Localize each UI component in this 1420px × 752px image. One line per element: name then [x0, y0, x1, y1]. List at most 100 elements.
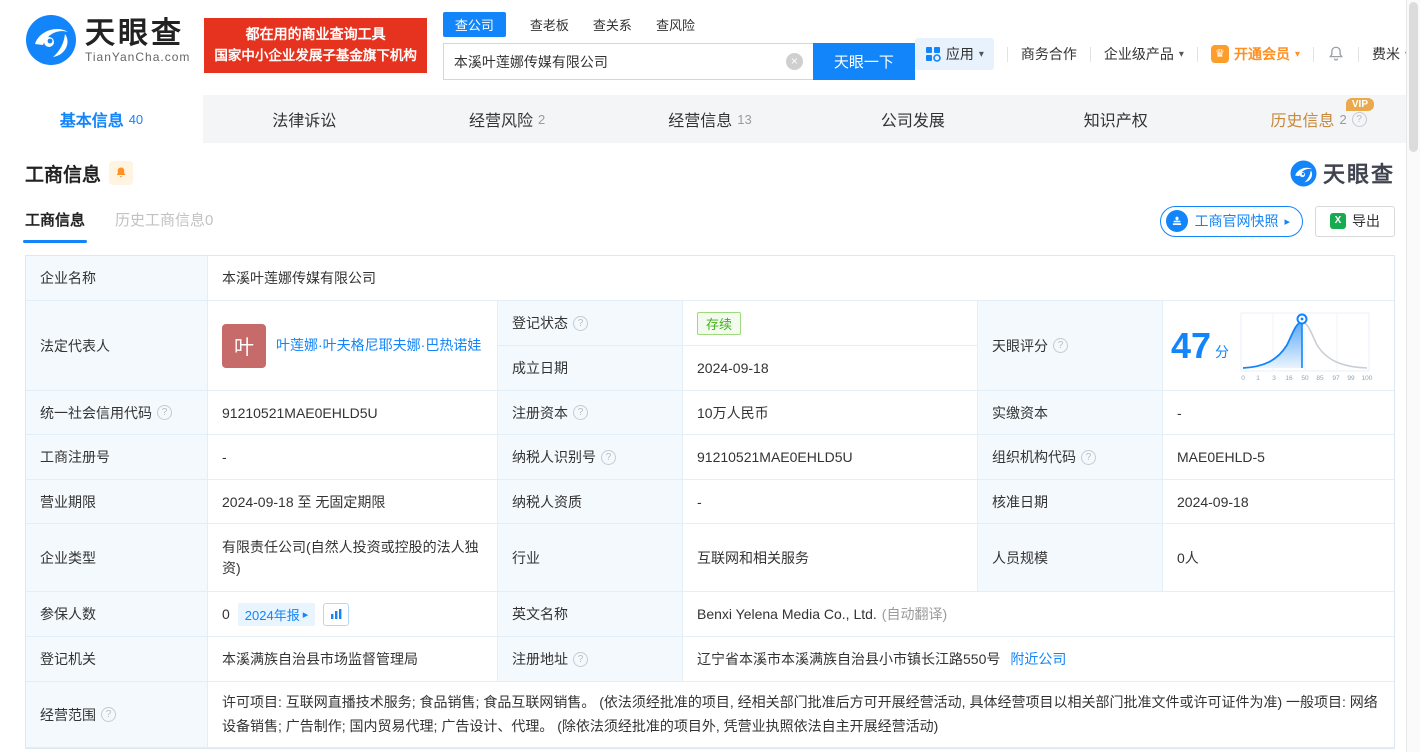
staff-size-label: 人员规模	[978, 524, 1163, 592]
help-icon[interactable]: ?	[157, 405, 172, 420]
user-menu[interactable]: 费米 ▾	[1372, 44, 1410, 64]
tab-operation-info[interactable]: 经营信息 13	[609, 95, 812, 143]
help-icon[interactable]: ?	[1053, 338, 1068, 353]
reg-status-label: 登记状态	[512, 315, 568, 331]
subtab-history-business-info[interactable]: 历史工商信息0	[115, 209, 213, 243]
search-tab-risk[interactable]: 查风险	[656, 12, 695, 37]
bar-chart-icon	[330, 609, 342, 619]
svg-text:97: 97	[1332, 375, 1340, 382]
subtab-business-info[interactable]: 工商信息	[25, 209, 85, 243]
table-row: 营业期限 2024-09-18 至 无固定期限 纳税人资质 - 核准日期 202…	[26, 480, 1394, 524]
enterprise-products-menu[interactable]: 企业级产品 ▾	[1104, 44, 1184, 64]
help-icon[interactable]: ?	[1351, 111, 1367, 127]
subscribe-bell-button[interactable]	[109, 161, 134, 185]
help-icon[interactable]: ?	[101, 707, 116, 722]
reg-authority-label: 登记机关	[26, 637, 208, 682]
reg-number-label: 工商注册号	[26, 435, 208, 480]
apps-menu[interactable]: 应用 ▾	[914, 38, 994, 70]
svg-text:3: 3	[1272, 375, 1276, 382]
business-scope-label: 经营范围	[40, 706, 96, 723]
paid-capital-label: 实缴资本	[978, 391, 1163, 435]
tab-company-development[interactable]: 公司发展	[811, 95, 1014, 143]
svg-text:1: 1	[1256, 375, 1260, 382]
official-snapshot-button[interactable]: 工商官网快照 ▸	[1160, 205, 1303, 237]
legal-rep-link[interactable]: 叶莲娜·叶夫格尼耶夫娜·巴热诺娃	[276, 335, 483, 356]
help-icon[interactable]: ?	[601, 449, 616, 465]
bell-icon	[116, 167, 126, 178]
promo-line2: 国家中小企业发展子基金旗下机构	[214, 47, 417, 63]
promo-line1: 都在用的商业查询工具	[245, 26, 386, 42]
open-vip-menu[interactable]: ♛ 开通会员 ▾	[1210, 44, 1300, 64]
help-icon[interactable]: ?	[573, 405, 588, 420]
reg-address-value: 辽宁省本溪市本溪满族自治县小市镇长江路550号	[697, 651, 1001, 667]
industry-value: 互联网和相关服务	[683, 524, 978, 592]
approval-date-value: 2024-09-18	[1163, 480, 1394, 524]
help-icon[interactable]: ?	[1081, 449, 1096, 465]
table-row: 参保人数 0 2024年报 ▸ 英文名称 Benxi Yelena Media	[26, 592, 1394, 637]
establish-date-value: 2024-09-18	[683, 346, 978, 391]
company-name-value: 本溪叶莲娜传媒有限公司	[208, 256, 1394, 301]
stamp-icon	[1166, 210, 1189, 232]
approval-date-label: 核准日期	[978, 480, 1163, 524]
excel-icon: X	[1330, 213, 1346, 229]
page-scrollbar[interactable]	[1406, 0, 1420, 752]
watermark-logo: 天眼查	[1290, 157, 1395, 189]
export-button[interactable]: X 导出	[1315, 205, 1395, 237]
reg-number-value: -	[208, 435, 498, 480]
crown-icon: ♛	[1210, 45, 1229, 63]
nearby-companies-link[interactable]: 附近公司	[1010, 649, 1066, 669]
annual-report-badge[interactable]: 2024年报 ▸	[237, 602, 316, 626]
english-name-label: 英文名称	[498, 592, 683, 637]
table-row: 法定代表人 叶 叶莲娜·叶夫格尼耶夫娜·巴热诺娃 登记状态 ? 存续 成立日期	[26, 301, 1394, 391]
business-term-value: 2024-09-18 至 无固定期限	[208, 480, 498, 524]
apps-grid-icon	[925, 47, 941, 62]
brand-name: 天眼查	[85, 16, 184, 50]
promo-banner: 都在用的商业查询工具 国家中小企业发展子基金旗下机构	[204, 18, 427, 73]
tab-history-info[interactable]: VIP 历史信息 2 ?	[1217, 95, 1420, 143]
company-type-label: 企业类型	[26, 524, 208, 592]
svg-text:0: 0	[1241, 375, 1245, 382]
svg-text:85: 85	[1316, 375, 1324, 382]
tab-operation-risk[interactable]: 经营风险 2	[406, 95, 609, 143]
notifications-button[interactable]	[1327, 45, 1345, 63]
scrollbar-thumb[interactable]	[1409, 2, 1418, 152]
svg-text:100: 100	[1362, 375, 1373, 382]
credit-code-label: 统一社会信用代码	[40, 404, 152, 421]
business-scope-value: 许可项目: 互联网直播技术服务; 食品销售; 食品互联网销售。 (依法须经批准的…	[222, 694, 1378, 734]
org-code-value: MAE0EHLD-5	[1163, 435, 1394, 480]
score-distribution-chart: 0 1 3 16 50 85 97 99 100	[1240, 312, 1373, 382]
tab-intellectual-property[interactable]: 知识产权	[1014, 95, 1217, 143]
search-tabs: 查公司 查老板 查关系 查风险	[442, 12, 915, 37]
tianyancha-logo[interactable]: 天眼查 TianYanCha.com	[25, 14, 190, 66]
industry-label: 行业	[498, 524, 683, 592]
caret-down-icon: ▾	[1178, 48, 1184, 60]
help-icon[interactable]: ?	[573, 651, 588, 667]
search-input[interactable]	[442, 43, 813, 80]
search-tab-company[interactable]: 查公司	[442, 12, 506, 37]
tab-legal-litigation[interactable]: 法律诉讼	[203, 95, 406, 143]
business-info-table: 企业名称 本溪叶莲娜传媒有限公司 法定代表人 叶 叶莲娜·叶夫格尼耶夫娜·巴热诺…	[25, 255, 1395, 749]
legal-rep-avatar[interactable]: 叶	[222, 323, 266, 368]
org-code-label: 组织机构代码	[992, 449, 1076, 465]
svg-text:99: 99	[1347, 375, 1355, 382]
company-type-value: 有限责任公司(自然人投资或控股的法人独资)	[222, 538, 479, 576]
score-label: 天眼评分	[992, 337, 1048, 354]
taxpayer-quality-label: 纳税人资质	[498, 480, 683, 524]
search-area: 查公司 查老板 查关系 查风险 × 天眼一下	[442, 12, 915, 80]
table-row: 工商注册号 - 纳税人识别号 ? 91210521MAE0EHLD5U 组织机构…	[26, 435, 1394, 480]
taxpayer-id-value: 91210521MAE0EHLD5U	[683, 435, 978, 480]
tab-basic-info[interactable]: 基本信息 40	[0, 95, 203, 143]
search-tab-relation[interactable]: 查关系	[593, 12, 632, 37]
main-content: 工商信息 天眼查 工商信息 历史工商信息0 工商官网快照 ▸ X 导出 企业名称…	[0, 157, 1420, 749]
cooperation-menu[interactable]: 商务合作	[1021, 44, 1077, 64]
search-button[interactable]: 天眼一下	[812, 43, 915, 80]
insured-count-value: 0	[222, 606, 230, 622]
auto-translate-note: (自动翻译)	[881, 606, 948, 622]
caret-down-icon: ▾	[978, 48, 984, 60]
insured-trend-chart-button[interactable]	[323, 602, 350, 626]
clear-search-icon[interactable]: ×	[785, 53, 803, 70]
arrow-right-icon: ▸	[302, 608, 309, 621]
help-icon[interactable]: ?	[573, 315, 588, 331]
paid-capital-value: -	[1163, 391, 1394, 435]
search-tab-boss[interactable]: 查老板	[530, 12, 569, 37]
